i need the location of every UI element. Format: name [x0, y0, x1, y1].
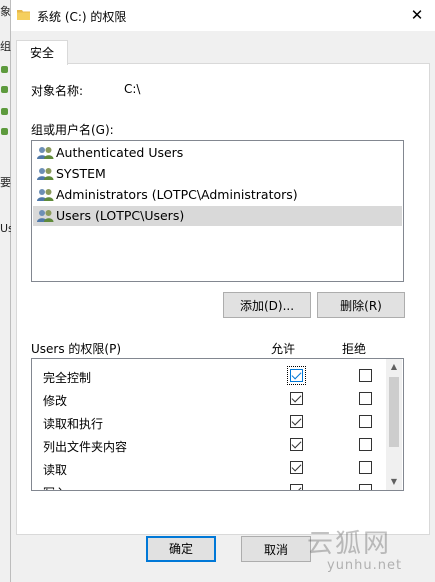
folder-icon	[17, 10, 30, 20]
user-group-icon	[37, 209, 54, 223]
add-button[interactable]: 添加(D)...	[223, 292, 311, 318]
allow-checkbox[interactable]	[287, 366, 306, 385]
bg-text: 象	[0, 5, 11, 18]
permission-row: 读取和执行	[32, 411, 384, 433]
background-window: 象 组 要 Us	[0, 0, 14, 582]
groups-label: 组或用户名(G):	[31, 123, 114, 137]
permission-name: 列出文件夹内容	[43, 440, 128, 454]
object-name-label: 对象名称:	[31, 84, 84, 98]
deny-checkbox[interactable]	[359, 369, 372, 382]
groups-list[interactable]: Authenticated Users SYSTEM Administrators …	[31, 140, 404, 282]
ok-button[interactable]: 确定	[146, 536, 216, 562]
permission-name: 写入	[43, 484, 67, 490]
permission-row: 读取	[32, 457, 384, 479]
vertical-scrollbar[interactable]: ▲ ▼	[386, 359, 402, 490]
group-list-item[interactable]: Administrators (LOTPC\Administrators)	[33, 185, 402, 205]
window-title: 系统 (C:) 的权限	[37, 10, 127, 24]
allow-checkbox[interactable]	[290, 438, 303, 451]
group-name: Authenticated Users	[56, 145, 184, 160]
user-group-icon	[37, 188, 54, 202]
scroll-thumb[interactable]	[389, 377, 399, 447]
permission-name: 完全控制	[43, 371, 92, 385]
permission-row: 列出文件夹内容	[32, 434, 384, 456]
permissions-label: Users 的权限(P)	[31, 342, 122, 356]
remove-button[interactable]: 删除(R)	[317, 292, 405, 318]
user-group-icon	[37, 146, 54, 160]
allow-checkbox[interactable]	[290, 392, 303, 405]
group-list-item[interactable]: Users (LOTPC\Users)	[33, 206, 402, 226]
permissions-list: 写入 读取 列出文件夹内容读取和执行 修改 完全控制 ▲ ▼	[31, 358, 404, 491]
group-icon	[1, 66, 8, 73]
tab-security[interactable]: 安全	[16, 40, 68, 65]
group-icon	[1, 108, 8, 115]
permission-name: 修改	[43, 394, 68, 408]
permission-row: 完全控制	[32, 365, 384, 387]
bg-text: 要	[0, 176, 11, 189]
group-list-item[interactable]: Authenticated Users	[33, 143, 402, 163]
permission-name: 读取	[43, 463, 68, 477]
allow-checkbox[interactable]	[290, 461, 303, 474]
group-name: Users (LOTPC\Users)	[56, 208, 185, 223]
scroll-down-icon[interactable]: ▼	[386, 474, 402, 490]
cancel-button[interactable]: 取消	[241, 536, 311, 562]
group-name: SYSTEM	[56, 166, 106, 181]
deny-checkbox[interactable]	[359, 461, 372, 474]
permission-row: 修改	[32, 388, 384, 410]
watermark-url: yunhu.net	[327, 558, 403, 573]
group-icon	[1, 128, 8, 135]
user-group-icon	[37, 167, 54, 181]
deny-checkbox[interactable]	[359, 484, 372, 490]
watermark-text: 云狐网	[307, 529, 392, 559]
group-icon	[1, 86, 8, 93]
allow-column-header: 允许	[271, 342, 296, 356]
group-name: Administrators (LOTPC\Administrators)	[56, 187, 298, 202]
object-name-value: C:\	[124, 82, 141, 96]
deny-checkbox[interactable]	[359, 438, 372, 451]
deny-checkbox[interactable]	[359, 392, 372, 405]
permission-name: 读取和执行	[43, 417, 104, 431]
deny-checkbox[interactable]	[359, 415, 372, 428]
allow-checkbox[interactable]	[290, 415, 303, 428]
group-list-item[interactable]: SYSTEM	[33, 164, 402, 184]
deny-column-header: 拒绝	[342, 342, 367, 356]
scroll-up-icon[interactable]: ▲	[386, 359, 402, 375]
close-button[interactable]: ✕	[406, 4, 428, 26]
allow-checkbox[interactable]	[290, 484, 303, 490]
permission-row: 写入	[32, 480, 384, 490]
permissions-dialog: 系统 (C:) 的权限 ✕ 安全 对象名称: C:\ 组或用户名(G): Aut…	[11, 0, 435, 582]
tab-label: 安全	[29, 46, 54, 60]
title-bar: 系统 (C:) 的权限 ✕	[11, 0, 435, 31]
bg-text: 组	[0, 40, 11, 53]
